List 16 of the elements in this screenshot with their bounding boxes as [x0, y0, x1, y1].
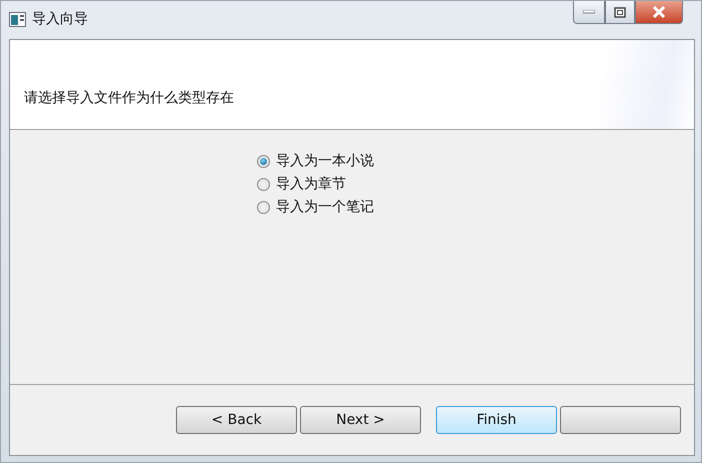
minimize-icon: [583, 10, 595, 14]
instruction-text: 请选择导入文件作为什么类型存在: [24, 89, 234, 107]
wizard-button[interactable]: [560, 406, 681, 434]
wizard-button[interactable]: Finish: [436, 406, 557, 434]
close-button[interactable]: [635, 1, 683, 24]
window-title: 导入向导: [32, 10, 88, 28]
maximize-icon: [614, 6, 626, 18]
radio-option[interactable]: 导入为一本小说: [257, 152, 374, 170]
wizard-button[interactable]: Next >: [300, 406, 421, 434]
radio-option[interactable]: 导入为章节: [257, 175, 346, 193]
radio-option[interactable]: 导入为一个笔记: [257, 198, 374, 216]
close-icon: [652, 6, 666, 18]
wizard-button[interactable]: < Back: [176, 406, 297, 434]
maximize-button[interactable]: [605, 1, 635, 24]
minimize-button[interactable]: [573, 1, 605, 24]
app-icon: [9, 12, 26, 27]
